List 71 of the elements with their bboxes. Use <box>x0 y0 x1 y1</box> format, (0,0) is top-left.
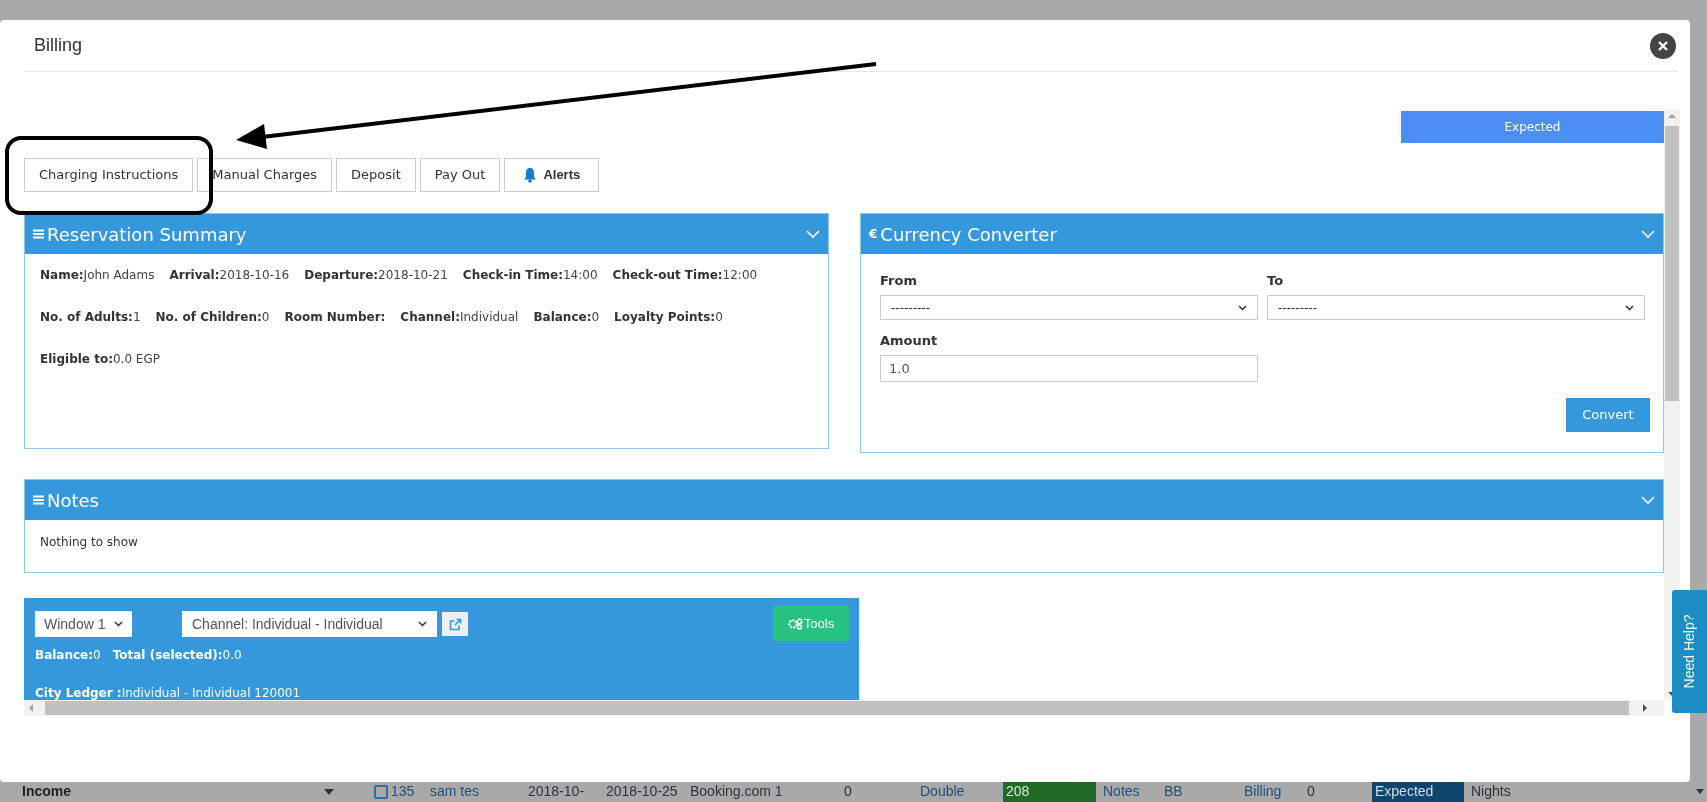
from-select[interactable]: --------- <box>880 295 1258 320</box>
table-cell-text: 0 <box>1306 782 1316 800</box>
panel-title: Notes <box>47 488 99 513</box>
field-label: From <box>880 272 918 290</box>
panel-title: Currency Converter <box>880 222 1057 247</box>
collapse-chevron-icon[interactable] <box>1641 229 1655 239</box>
empty-notes-text: Nothing to show <box>39 534 138 551</box>
close-button[interactable] <box>1650 32 1676 59</box>
to-select[interactable]: --------- <box>1267 295 1645 320</box>
summary-field: Channel:Individual <box>400 308 519 350</box>
external-link-button[interactable] <box>442 612 468 636</box>
table-cell-text: Booking.com 1 <box>689 782 784 800</box>
summary-field: Check-out Time:12:00 <box>612 266 758 308</box>
table-link[interactable]: Billing <box>1241 782 1304 800</box>
table-link[interactable]: 135 <box>388 782 427 800</box>
collapse-chevron-icon[interactable] <box>1641 495 1655 505</box>
vertical-scrollbar[interactable] <box>1664 110 1680 700</box>
summary-field: Check-in Time:14:00 <box>462 266 598 308</box>
table-cell-text: Nights <box>1470 782 1512 800</box>
summary-field: Name:John Adams <box>40 266 155 308</box>
summary-field: No. of Children:0 <box>155 308 270 350</box>
action-button[interactable]: Charging Instructions <box>24 158 194 192</box>
summary-field: Eligible to:0.0 EGP <box>40 350 160 392</box>
table-cell-text: 2018-10-25 <box>605 782 679 800</box>
row-checkbox[interactable] <box>374 785 388 799</box>
euro-icon: € <box>869 225 878 243</box>
status-bar: Expected <box>1401 111 1664 143</box>
summary-field: Departure:2018-10-21 <box>304 266 448 308</box>
action-button[interactable]: Deposit <box>336 158 416 192</box>
modal-title: Billing <box>34 34 83 57</box>
caret-icon <box>418 621 427 627</box>
need-help-tab[interactable]: Need Help? <box>1672 590 1707 713</box>
action-button[interactable]: Pay Out <box>419 158 501 192</box>
folio-total: Balance:0 <box>35 647 101 664</box>
action-button[interactable]: Manual Charges <box>197 158 333 192</box>
caret-icon <box>1625 304 1634 311</box>
caret-icon <box>1238 304 1247 311</box>
summary-field: No. of Adults:1 <box>40 308 141 350</box>
field-label: Amount <box>880 332 939 350</box>
city-ledger-text: City Ledger :Individual - Individual 120001 <box>34 685 301 700</box>
gears-icon <box>787 617 803 630</box>
menu-icon <box>33 229 44 239</box>
table-cell-text: 2018-10- <box>527 782 586 800</box>
external-link-icon <box>448 617 462 631</box>
field-label: To <box>1267 272 1285 290</box>
table-link[interactable]: Double <box>917 782 1003 800</box>
income-filter-select[interactable]: Income <box>22 782 342 802</box>
horizontal-scrollbar[interactable] <box>24 700 1664 716</box>
panel-title: Reservation Summary <box>47 222 247 247</box>
summary-field: Room Number: <box>284 308 386 350</box>
folio-total: Total (selected):0.0 <box>112 647 242 664</box>
collapse-chevron-icon[interactable] <box>806 229 820 239</box>
alerts-button[interactable]: Alerts <box>504 158 600 192</box>
table-link[interactable]: sam tes <box>427 782 525 800</box>
caret-icon <box>114 621 123 627</box>
room-number-cell: 208 <box>1003 782 1096 802</box>
caret-icon <box>1696 789 1704 794</box>
menu-icon <box>33 495 44 505</box>
table-link[interactable]: Notes <box>1100 782 1161 800</box>
window-select[interactable]: Window 1 <box>35 611 132 637</box>
bell-icon <box>523 167 538 183</box>
summary-field: Loyalty Points:0 <box>614 308 723 350</box>
table-link[interactable]: BB <box>1161 782 1241 800</box>
table-cell-text: 0 <box>843 782 853 800</box>
status-cell: Expected <box>1372 782 1464 802</box>
summary-field: Arrival:2018-10-16 <box>169 266 290 308</box>
summary-field: Balance:0 <box>533 308 600 350</box>
amount-input[interactable]: 1.0 <box>880 355 1258 382</box>
close-icon <box>1657 39 1669 52</box>
channel-select[interactable]: Channel: Individual - Individual <box>182 611 437 637</box>
caret-icon <box>324 789 334 795</box>
